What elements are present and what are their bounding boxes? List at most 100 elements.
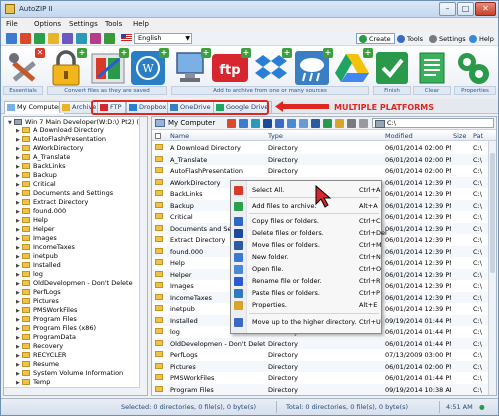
tree-item[interactable]: ▶ AutoFlashPresentation	[16, 135, 106, 143]
tree-item[interactable]: ▶ Resume	[16, 360, 59, 368]
table-row[interactable]: OldDevelopmen - Don't Delete Directory 06/…	[152, 337, 488, 349]
delete-icon[interactable]	[263, 119, 272, 128]
column-size[interactable]: Size	[453, 132, 466, 140]
tree-item[interactable]: ▶ RECYCLER	[16, 351, 66, 359]
computer-icon[interactable]: +	[171, 48, 211, 87]
column-type[interactable]: Type	[268, 132, 283, 140]
context-menu-item-new-folder[interactable]: New folder. Ctrl+N	[231, 252, 381, 263]
context-menu-item-move[interactable]: Move files or folders. Ctrl+M	[231, 240, 382, 251]
tree-item[interactable]: ▶ IncomeTaxes	[16, 243, 75, 251]
context-menu-item-delete[interactable]: Delete files or folders. Ctrl+Del	[231, 228, 387, 239]
tree-item[interactable]: ▶ found.000	[16, 207, 66, 215]
table-row[interactable]: AutoFlashPresentation Directory 06/01/2014…	[152, 165, 488, 176]
tree-horizontal-scrollbar[interactable]	[4, 387, 140, 395]
properties-icon[interactable]	[335, 119, 344, 128]
table-row[interactable]: A Download Directory Directory 06/01/2014 …	[152, 142, 488, 153]
tree-item[interactable]: ▶ PMSWorkFiles	[16, 306, 77, 314]
tree-item[interactable]: ▶ Helper	[16, 225, 55, 233]
paste-icon[interactable]	[323, 119, 332, 128]
clear-icon[interactable]	[413, 49, 451, 87]
google-drive-icon[interactable]: +	[333, 48, 373, 87]
tree-item[interactable]: ▶ Recovery	[16, 342, 63, 350]
ftp-icon[interactable]: ftp +	[211, 48, 251, 87]
pin-icon[interactable]	[90, 33, 101, 44]
tree-item[interactable]: ▶ Temp	[16, 378, 50, 386]
refresh-icon[interactable]	[359, 119, 368, 128]
tree-item[interactable]: ▶ Backup	[16, 171, 57, 179]
tree-item[interactable]: ▶ A Download Directory	[16, 126, 104, 134]
open-icon[interactable]	[299, 119, 308, 128]
table-row[interactable]: Program Files Directory 09/19/2014 10:38 A…	[152, 383, 488, 395]
add-icon[interactable]	[34, 33, 45, 44]
close-button[interactable]: ✕	[475, 2, 496, 16]
wordpress-icon[interactable]: W +	[129, 48, 169, 87]
column-modified[interactable]: Modified	[385, 132, 413, 140]
tree-item[interactable]: ▶ Images	[16, 234, 57, 242]
tab-my-computer[interactable]: My Computer	[4, 101, 65, 114]
tree-item[interactable]: ▶ Critical	[16, 180, 56, 188]
table-row[interactable]: A_Translate Directory 06/01/2014 02:00 PM C…	[152, 153, 488, 165]
new-folder-icon[interactable]	[287, 119, 296, 128]
column-name[interactable]: Name	[170, 132, 189, 140]
up-folder-icon[interactable]	[239, 119, 248, 128]
context-menu-item-move-up[interactable]: Move up to the higher directory. Ctrl+U	[231, 317, 381, 328]
menu-settings[interactable]: Settings	[69, 20, 98, 28]
remove-icon[interactable]	[227, 119, 236, 128]
mode-help-button[interactable]: Help	[466, 33, 498, 44]
maximize-button[interactable]: □	[457, 2, 474, 16]
language-select[interactable]: English ▼	[134, 33, 192, 44]
mode-settings-button[interactable]: Settings	[426, 33, 470, 44]
tree-item[interactable]: ▶ AWorkDirectory	[16, 144, 84, 152]
finish-icon[interactable]	[373, 49, 411, 87]
refresh-icon[interactable]	[76, 33, 87, 44]
cloud-icon[interactable]: +	[293, 48, 333, 87]
context-menu-item-open-file[interactable]: Open file. Ctrl+O	[231, 264, 381, 275]
edit-icon[interactable]	[62, 33, 73, 44]
tree-item[interactable]: ▶ OldDevelopmen - Don't Delete	[16, 279, 133, 287]
tree-item[interactable]: ▶ log	[16, 270, 43, 278]
table-row[interactable]: Pictures Directory 06/01/2014 02:00 PM C:\	[152, 360, 488, 372]
tree-item[interactable]: ▶ BackLinks	[16, 162, 65, 170]
menu-tools[interactable]: Tools	[105, 20, 122, 28]
delete-icon[interactable]	[20, 33, 31, 44]
tree-item[interactable]: ▶ ProgramData	[16, 333, 76, 341]
convert-icon[interactable]: +	[89, 48, 129, 87]
tree-item[interactable]: ▶ Help	[16, 216, 48, 224]
copy-icon[interactable]	[251, 119, 260, 128]
tree-item[interactable]: ▶ inetpub	[16, 252, 58, 260]
tools-essentials-icon[interactable]: ✕	[5, 48, 45, 87]
check-icon[interactable]	[104, 33, 115, 44]
select-all-checkbox[interactable]	[155, 133, 161, 139]
tree-item[interactable]: ▶ Documents and Settings	[16, 189, 113, 197]
context-menu-item-paste[interactable]: Paste files or folders. Ctrl+P	[231, 288, 381, 299]
mode-tools-button[interactable]: Tools	[394, 33, 427, 44]
path-input[interactable]: C:\	[372, 118, 494, 128]
tree-item[interactable]: ▶ Extract Directory	[16, 198, 88, 206]
rename-icon[interactable]	[311, 119, 320, 128]
menu-help[interactable]: Help	[133, 20, 149, 28]
mode-create-button[interactable]: Create	[356, 33, 395, 44]
context-menu-item-add-to-archive[interactable]: Add files to archive. Alt+A	[231, 201, 381, 212]
menu-options[interactable]: Options	[34, 20, 61, 28]
minimize-button[interactable]: –	[439, 2, 456, 16]
gears-icon[interactable]	[454, 49, 492, 87]
context-menu-item-copy[interactable]: Copy files or folders. Ctrl+C	[231, 216, 381, 227]
view-icon[interactable]	[347, 119, 356, 128]
tree-item[interactable]: ▶ Program Files	[16, 315, 77, 323]
tree-scrollbar[interactable]	[139, 117, 147, 395]
scrollbar-thumb[interactable]	[490, 153, 495, 273]
move-icon[interactable]	[275, 119, 284, 128]
tree-item[interactable]: ▶ System Volume Information	[16, 369, 123, 377]
tree-root[interactable]: ▼ Win 7 Main Developer(W:D:\) Pt2) (C	[8, 118, 144, 126]
column-path[interactable]: Pat	[473, 132, 483, 140]
tree-item[interactable]: ▶ PerfLogs	[16, 288, 61, 296]
table-row[interactable]: PerfLogs Directory 07/13/2009 03:00 PM C:\	[152, 349, 488, 360]
tree-item[interactable]: ▶ Installed	[16, 261, 61, 269]
open-icon[interactable]	[48, 33, 59, 44]
new-icon[interactable]	[6, 33, 17, 44]
context-menu-item-rename[interactable]: Rename file or folder. Ctrl+R	[231, 276, 381, 287]
tree-item[interactable]: ▶ Program Files (x86)	[16, 324, 96, 332]
menu-file[interactable]: File	[6, 20, 18, 28]
table-row[interactable]: PMSWorkFiles Directory 06/01/2014 01:44 PM…	[152, 372, 488, 383]
dropbox-icon[interactable]: +	[252, 48, 292, 87]
